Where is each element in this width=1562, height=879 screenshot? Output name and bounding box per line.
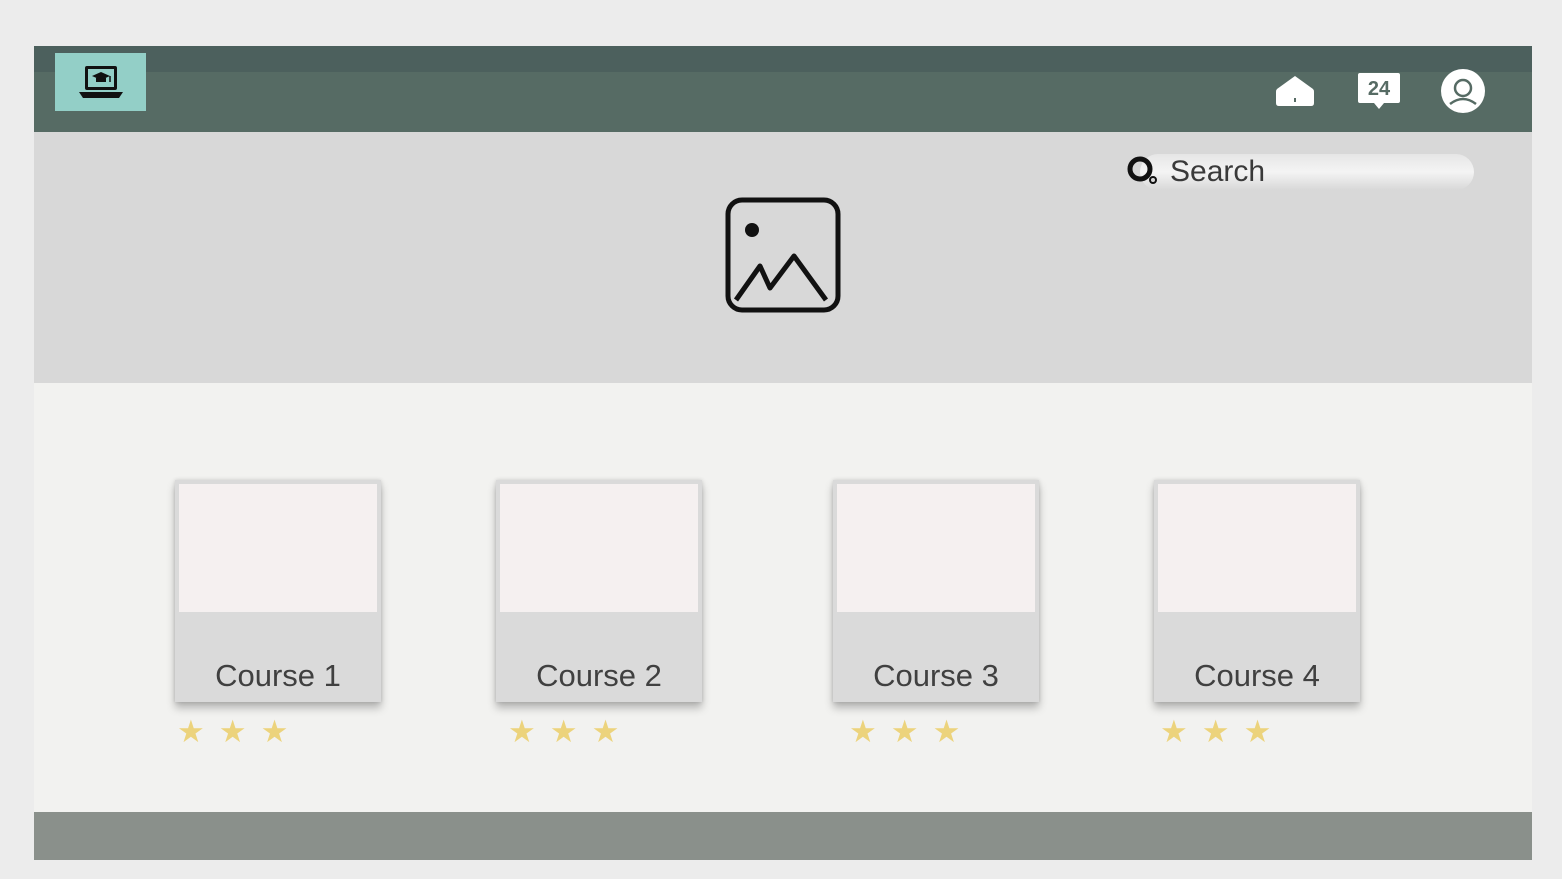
star-icon: ★ — [1243, 714, 1272, 749]
24-hour-support-icon: 24 — [1358, 73, 1400, 109]
star-icon: ★ — [890, 714, 919, 749]
account-button[interactable] — [1440, 68, 1486, 114]
top-navigation-bar: 24 — [34, 46, 1532, 132]
image-placeholder-icon — [725, 197, 841, 313]
course-thumbnail — [1158, 484, 1356, 612]
support-24-button[interactable]: 24 — [1356, 68, 1402, 114]
rating-stars: ★ ★ ★ — [177, 716, 381, 747]
laptop-graduation-cap-icon — [78, 66, 123, 98]
course-card[interactable]: Course 3 — [833, 480, 1039, 702]
page-frame: 24 Search Course 1 ★ ★ ★ Course 2 ★ ★ ★ … — [34, 46, 1532, 860]
svg-text:24: 24 — [1368, 78, 1391, 100]
rating-stars: ★ ★ ★ — [1160, 716, 1360, 747]
search-placeholder[interactable]: Search — [1170, 155, 1265, 189]
footer-bar — [34, 812, 1532, 860]
course-item: Course 4 ★ ★ ★ — [1154, 480, 1360, 747]
star-icon: ★ — [508, 714, 536, 749]
course-title: Course 1 — [215, 658, 341, 693]
star-icon: ★ — [218, 714, 247, 749]
course-item: Course 3 ★ ★ ★ — [833, 480, 1039, 747]
search-bar[interactable]: Search — [1126, 152, 1476, 192]
course-item: Course 1 ★ ★ ★ — [175, 480, 381, 747]
course-title: Course 3 — [873, 658, 999, 693]
rating-stars: ★ ★ ★ — [849, 716, 1039, 747]
star-icon: ★ — [1201, 714, 1230, 749]
course-card[interactable]: Course 1 — [175, 480, 381, 702]
course-card[interactable]: Course 2 — [496, 480, 702, 702]
star-icon: ★ — [849, 714, 877, 749]
star-icon: ★ — [1160, 714, 1188, 749]
course-card[interactable]: Course 4 — [1154, 480, 1360, 702]
star-icon: ★ — [177, 714, 205, 749]
user-account-icon — [1441, 69, 1485, 113]
course-title: Course 2 — [536, 658, 662, 693]
course-thumbnail — [500, 484, 698, 612]
hero-banner: Search — [34, 132, 1532, 383]
home-button[interactable] — [1272, 68, 1318, 114]
star-icon: ★ — [549, 714, 578, 749]
star-icon: ★ — [260, 714, 289, 749]
course-list: Course 1 ★ ★ ★ Course 2 ★ ★ ★ Course 3 ★… — [34, 480, 1532, 760]
course-thumbnail — [837, 484, 1035, 612]
star-icon: ★ — [932, 714, 961, 749]
course-item: Course 2 ★ ★ ★ — [496, 480, 702, 747]
search-icon[interactable] — [1126, 154, 1162, 190]
home-icon — [1276, 76, 1314, 106]
logo[interactable] — [55, 53, 146, 111]
course-title: Course 4 — [1194, 658, 1320, 693]
course-thumbnail — [179, 484, 377, 612]
rating-stars: ★ ★ ★ — [508, 716, 702, 747]
star-icon: ★ — [591, 714, 620, 749]
